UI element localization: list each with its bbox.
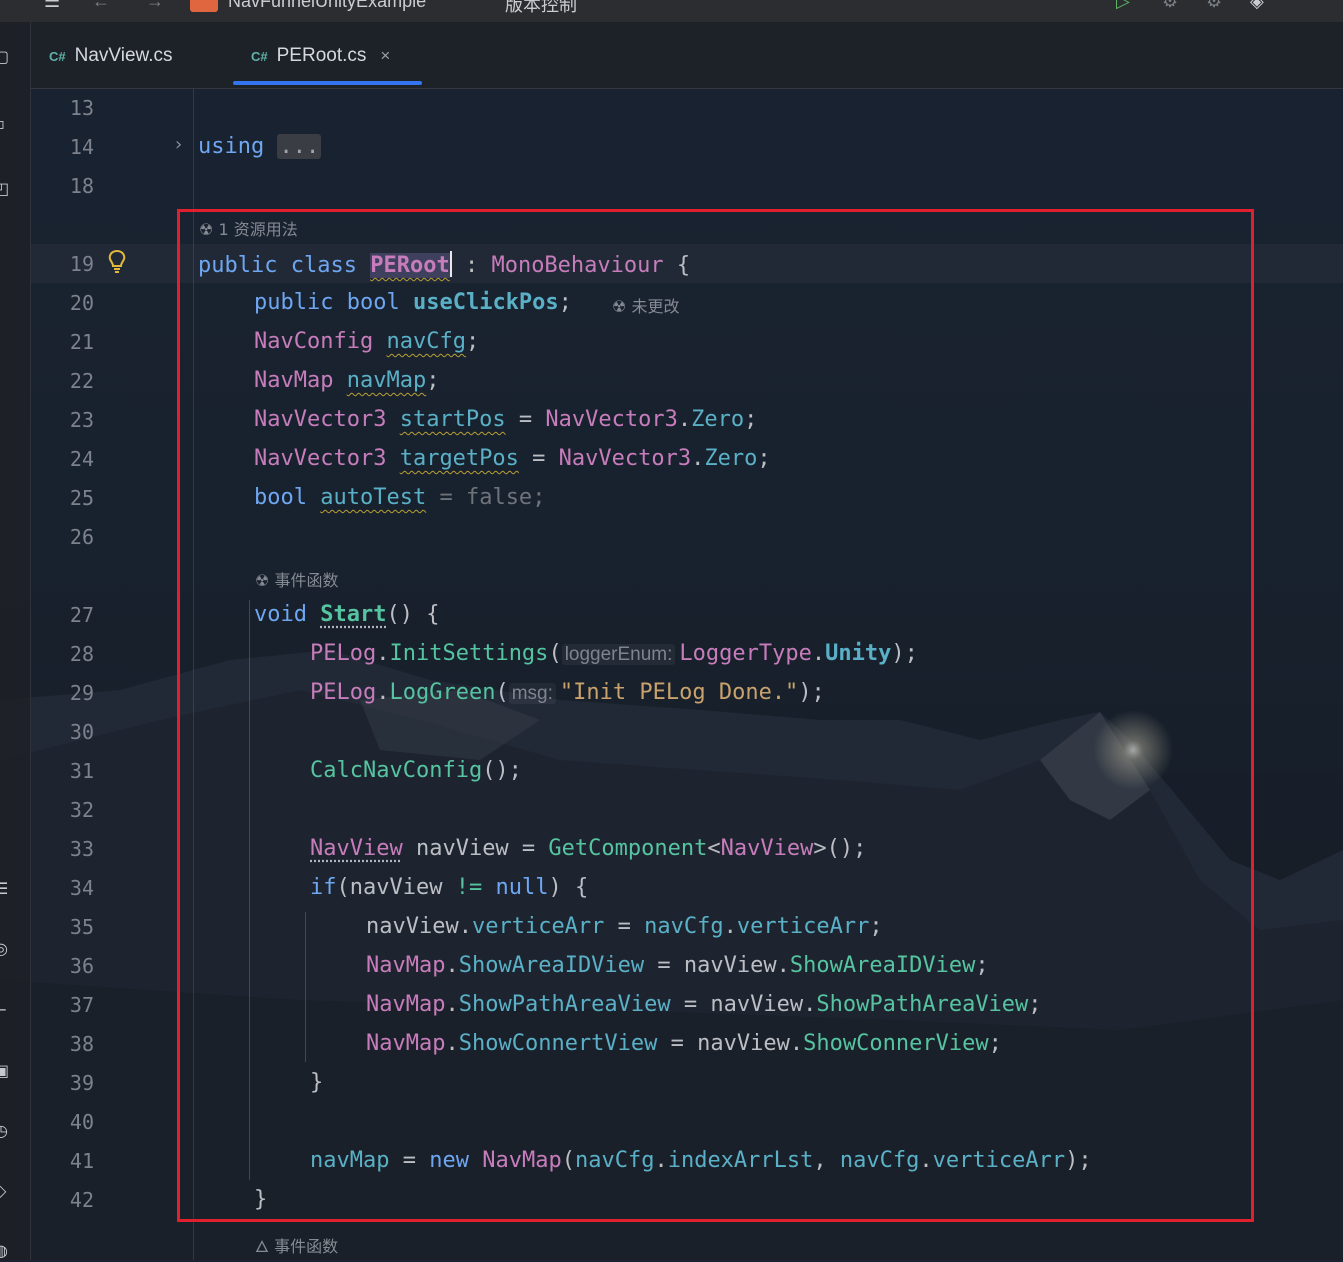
line-number: 42 (69, 1188, 94, 1212)
folded-imports[interactable]: ... (277, 134, 322, 159)
line-number: 25 (69, 486, 94, 510)
line-number: 21 (69, 330, 94, 354)
line-number: 29 (69, 681, 94, 705)
line-number: 24 (69, 447, 94, 471)
line-number: 28 (69, 642, 94, 666)
line-number: 38 (69, 1032, 94, 1056)
line-number: 23 (69, 408, 94, 432)
event-function-hint[interactable]: 🜂 事件函数 (255, 1229, 338, 1262)
lightbulb-icon[interactable] (106, 249, 128, 275)
line-number: 37 (69, 993, 94, 1017)
line-number: 18 (69, 174, 94, 198)
fold-chevron-icon[interactable]: › (175, 134, 182, 155)
line-number: 13 (69, 96, 94, 120)
line-number: 19 (69, 252, 94, 276)
line-number: 33 (69, 837, 94, 861)
code-line-14: using ... (198, 134, 322, 160)
line-number: 35 (69, 915, 94, 939)
line-number: 31 (69, 759, 94, 783)
line-number: 36 (69, 954, 94, 978)
line-number: 39 (69, 1071, 94, 1095)
line-number: 14 (69, 135, 94, 159)
line-number: 27 (69, 603, 94, 627)
line-number: 34 (69, 876, 94, 900)
line-number: 22 (69, 369, 94, 393)
event-function-hint-text: 事件函数 (274, 1237, 339, 1256)
line-number: 41 (69, 1149, 94, 1173)
line-number: 30 (69, 720, 94, 744)
highlight-box (177, 209, 1254, 1222)
line-number: 20 (69, 291, 94, 315)
line-number: 32 (69, 798, 94, 822)
keyword: using (198, 134, 265, 159)
line-number: 40 (69, 1110, 94, 1134)
line-number: 26 (69, 525, 94, 549)
